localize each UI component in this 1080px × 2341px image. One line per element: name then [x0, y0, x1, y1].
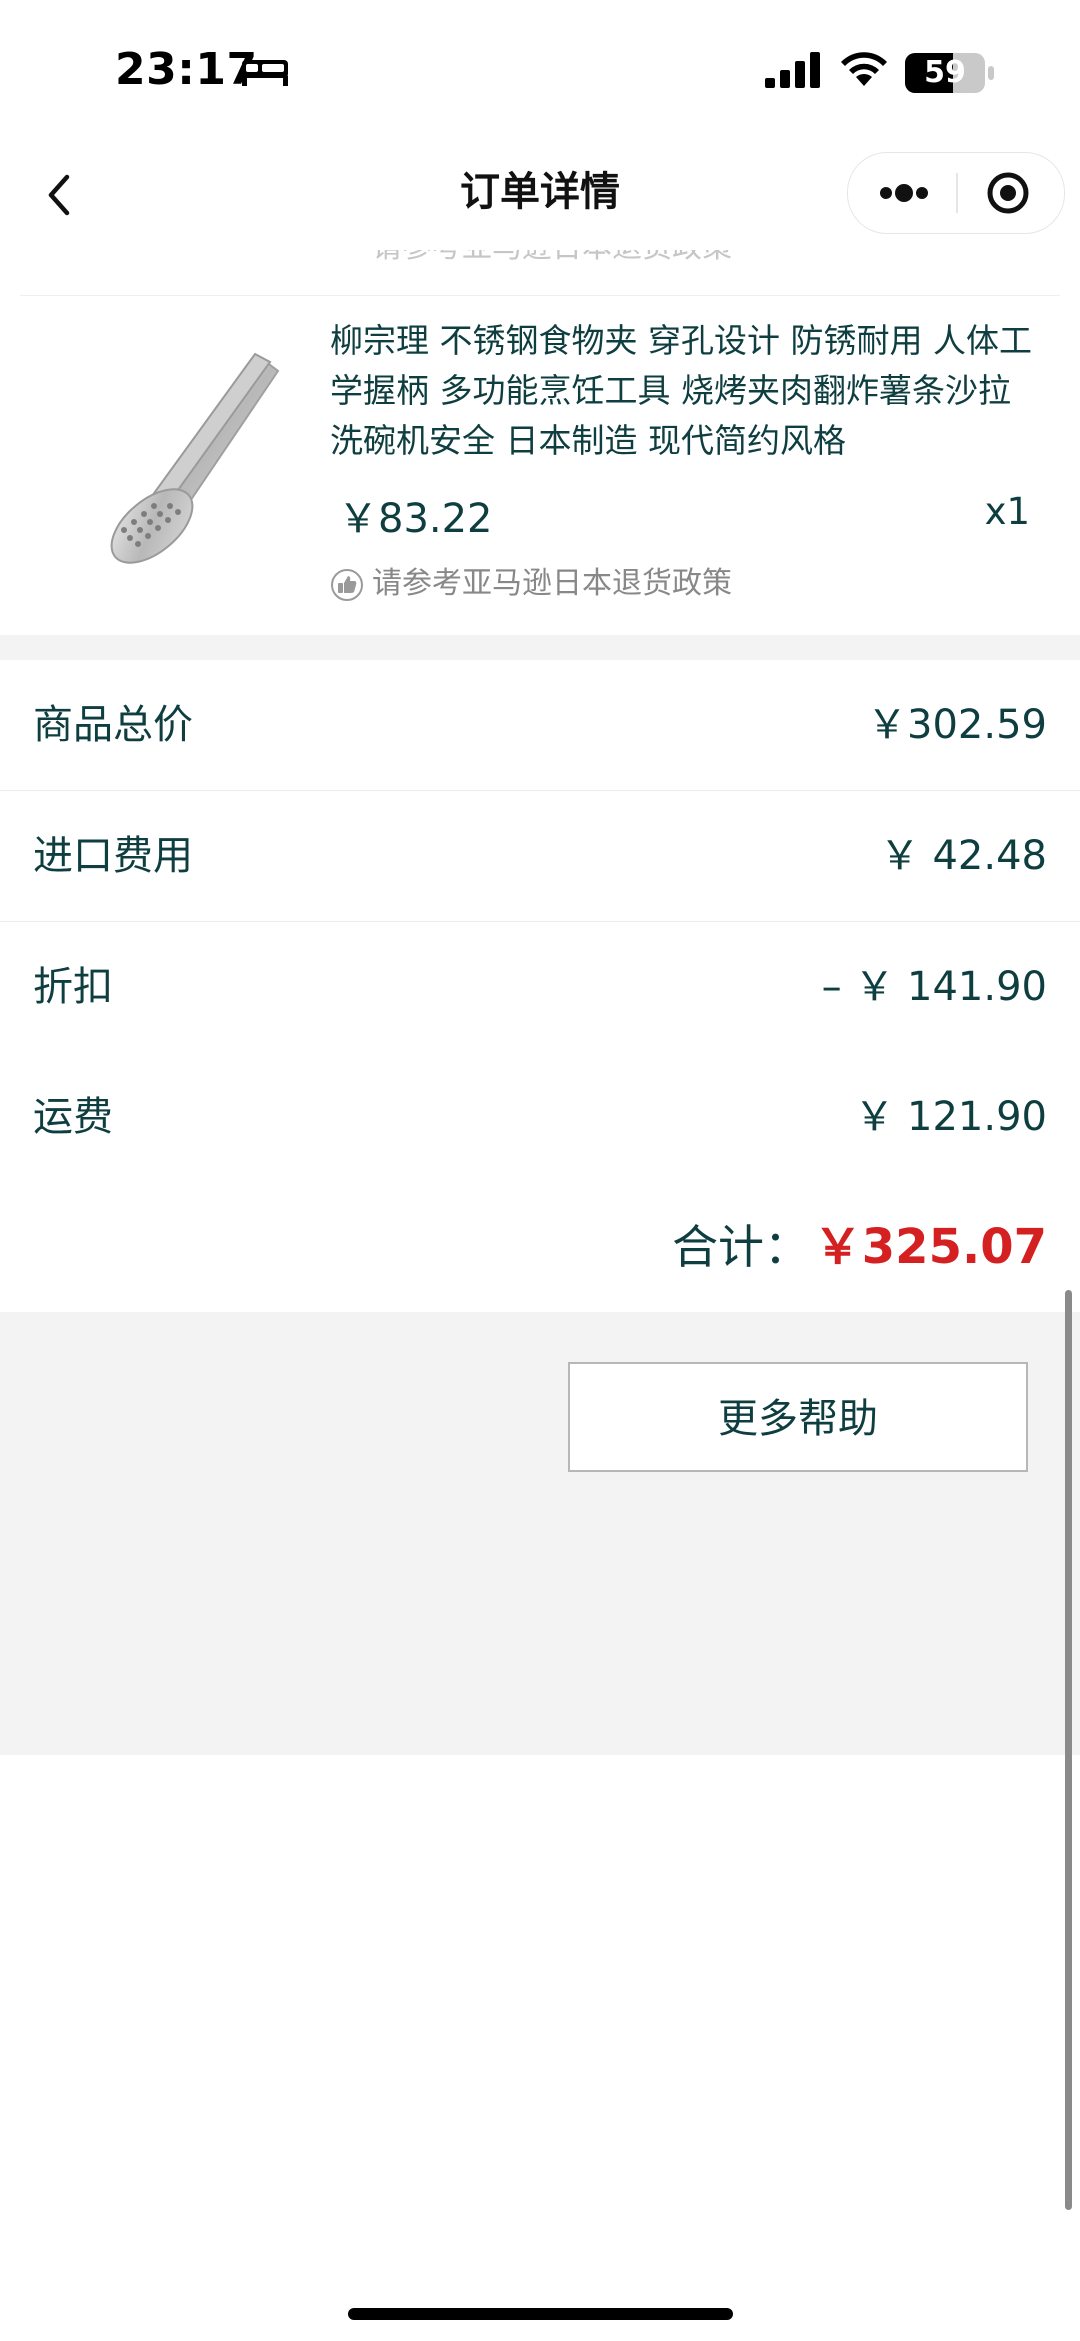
thumbs-up-icon	[331, 568, 363, 601]
product-quantity: x1	[984, 490, 1030, 533]
scrollbar[interactable]	[1065, 1290, 1072, 2210]
product-price: ￥83.22	[338, 496, 493, 542]
summary-value: – ￥ 141.90	[821, 964, 1047, 1010]
stainless-steel-tongs-image	[110, 352, 280, 564]
summary-value: ￥ 42.48	[879, 833, 1047, 879]
summary-value: ￥ 121.90	[854, 1094, 1047, 1140]
summary-row-discount: 折扣 – ￥ 141.90	[0, 922, 1080, 1053]
status-time: 23:17	[115, 44, 258, 95]
more-help-button[interactable]: 更多帮助	[568, 1362, 1028, 1472]
more-dots-icon	[880, 184, 928, 202]
section-separator	[0, 635, 1080, 660]
summary-row-subtotal: 商品总价 ￥302.59	[0, 660, 1080, 791]
return-policy-text: 请参考亚马逊日本退货政策	[372, 566, 732, 601]
total-label: 合计：	[672, 1220, 810, 1274]
battery-level: 59	[924, 55, 966, 90]
summary-row-import-fee: 进口费用 ￥ 42.48	[0, 791, 1080, 922]
mini-program-capsule	[847, 152, 1065, 234]
wifi-icon	[841, 52, 887, 86]
summary-label: 运费	[33, 1094, 113, 1140]
home-indicator[interactable]	[348, 2308, 733, 2320]
product-title: 柳宗理 不锈钢食物夹 穿孔设计 防锈耐用 人体工学握柄 多功能烹饪工具 烧烤夹肉…	[330, 321, 1032, 460]
cellular-signal-icon	[765, 52, 820, 88]
target-circle-icon	[987, 172, 1029, 214]
return-policy-note[interactable]: 请参考亚马逊日本退货政策	[330, 558, 732, 602]
actions-area: 更多帮助	[0, 1312, 1080, 1755]
close-button[interactable]	[956, 153, 1064, 233]
summary-label: 商品总价	[33, 702, 193, 748]
summary-row-shipping: 运费 ￥ 121.90	[0, 1052, 1080, 1183]
summary-label: 折扣	[33, 964, 113, 1010]
order-item[interactable]: 柳宗理 不锈钢食物夹 穿孔设计 防锈耐用 人体工学握柄 多功能烹饪工具 烧烤夹肉…	[20, 295, 1060, 636]
summary-label: 进口费用	[33, 833, 193, 879]
more-button[interactable]	[848, 153, 956, 233]
order-total: 合计： ￥325.07	[0, 1182, 1080, 1312]
summary-value: ￥302.59	[867, 702, 1047, 748]
bed-icon	[242, 60, 288, 86]
total-value: ￥325.07	[813, 1219, 1047, 1275]
status-bar: 23:17 59	[0, 0, 1080, 135]
nav-bar: 订单详情	[0, 135, 1080, 250]
